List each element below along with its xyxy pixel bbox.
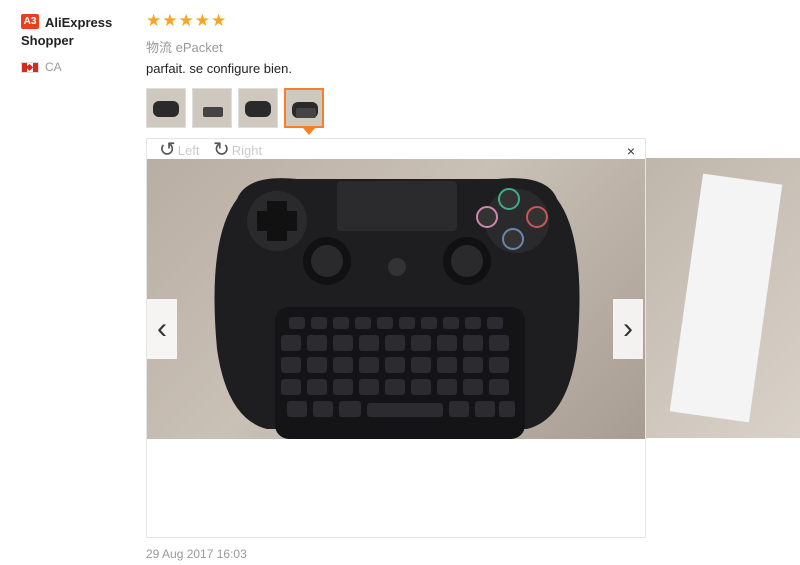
rotate-right-icon: ↻ xyxy=(213,139,230,161)
next-photo-preview xyxy=(646,158,800,438)
country-code: CA xyxy=(45,60,62,74)
rotate-right-label: Right xyxy=(231,142,263,158)
star-icon: ★ xyxy=(194,11,210,30)
rotate-left-button[interactable]: ↺ Left xyxy=(159,139,200,161)
star-icon: ★ xyxy=(211,11,227,30)
review-text: parfait. se configure bien. xyxy=(146,61,292,76)
review-photo xyxy=(147,159,645,439)
shipping-method: 物流 ePacket xyxy=(146,40,223,55)
close-icon[interactable]: × xyxy=(627,143,635,159)
star-rating: ★ ★ ★ ★ ★ xyxy=(146,12,226,30)
review-photo-thumbnail[interactable] xyxy=(146,88,186,128)
review-date: 29 Aug 2017 16:03 xyxy=(146,547,247,561)
controller-keyboard-image xyxy=(214,178,580,439)
reviewer-name: AliExpress Shopper xyxy=(21,15,113,48)
rotate-left-label: Left xyxy=(177,142,200,158)
rotate-left-icon: ↺ xyxy=(159,139,176,161)
star-icon: ★ xyxy=(162,11,178,30)
chevron-right-icon[interactable]: › xyxy=(613,299,643,359)
active-thumbnail-caret xyxy=(303,128,315,135)
review-photo-thumbnail[interactable] xyxy=(192,88,232,128)
rotate-right-button[interactable]: ↻ Right xyxy=(213,139,263,161)
review-photo-thumbnail[interactable] xyxy=(238,88,278,128)
reviewer-country: CA xyxy=(21,60,62,74)
chevron-left-icon[interactable]: ‹ xyxy=(147,299,177,359)
photo-viewer: ↺ Left ↻ Right × ‹ › xyxy=(146,138,646,538)
review-photo-thumbnail-active[interactable] xyxy=(284,88,324,128)
canada-flag-icon xyxy=(21,61,39,73)
star-icon: ★ xyxy=(146,11,162,30)
star-icon: ★ xyxy=(178,11,194,30)
thumbnail-strip xyxy=(146,88,324,128)
